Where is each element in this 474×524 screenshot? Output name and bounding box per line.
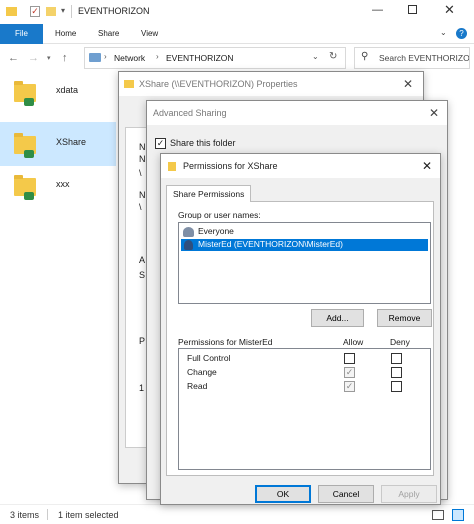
- status-item-count: 3 items: [10, 510, 40, 520]
- file-name: XShare: [56, 137, 87, 147]
- maximize-icon[interactable]: [408, 5, 417, 14]
- share-overlay-icon: [24, 150, 34, 158]
- allow-checkbox[interactable]: ✓: [344, 381, 355, 392]
- help-icon[interactable]: ?: [456, 28, 467, 39]
- deny-checkbox[interactable]: [391, 367, 402, 378]
- permissions-list: Full Control Change ✓ Read ✓: [178, 348, 431, 470]
- list-item[interactable]: xdata: [0, 70, 116, 114]
- tab-view[interactable]: View: [141, 24, 158, 44]
- refresh-icon[interactable]: ↻: [329, 51, 337, 62]
- details-view-icon[interactable]: [432, 510, 444, 520]
- explorer-titlebar: ✓ ▾ EVENTHORIZON — ✕: [0, 0, 474, 24]
- apply-button[interactable]: Apply: [381, 485, 437, 503]
- cancel-button[interactable]: Cancel: [318, 485, 374, 503]
- allow-checkbox[interactable]: [344, 353, 355, 364]
- ribbon-expand-icon[interactable]: ⌄: [440, 28, 447, 37]
- properties-edge-letter: N: [139, 154, 146, 164]
- tab-share[interactable]: Share: [98, 24, 119, 44]
- perm-name: Read: [187, 381, 208, 391]
- group-label: Group or user names:: [178, 210, 261, 220]
- window-title: EVENTHORIZON: [78, 6, 150, 16]
- ribbon-tabs: File Home Share View ⌄ ?: [0, 24, 474, 44]
- close-icon[interactable]: ✕: [422, 154, 432, 178]
- share-this-folder-label: Share this folder: [170, 138, 236, 148]
- advanced-sharing-title: Advanced Sharing: [153, 108, 227, 118]
- search-input[interactable]: Search EVENTHORIZON: [379, 53, 469, 63]
- perm-name: Change: [187, 367, 217, 377]
- tab-home[interactable]: Home: [55, 24, 76, 44]
- qat-dropdown-icon[interactable]: ▾: [61, 6, 65, 15]
- tab-share-permissions[interactable]: Share Permissions: [166, 185, 252, 202]
- ok-button[interactable]: OK: [255, 485, 311, 503]
- address-bar[interactable]: › Network › EVENTHORIZON ⌄ ↻: [84, 47, 346, 69]
- permissions-dialog: Permissions for XShare ✕ Share Permissio…: [160, 153, 441, 505]
- group-list: Everyone MisterEd (EVENTHORIZON\MisterEd…: [178, 222, 431, 304]
- status-bar: 3 items 1 item selected: [0, 504, 474, 524]
- permissions-panel: Group or user names: Everyone MisterEd (…: [166, 201, 434, 476]
- list-item[interactable]: Everyone: [181, 226, 428, 238]
- address-dropdown-icon[interactable]: ⌄: [312, 52, 319, 61]
- properties-titlebar: XShare (\\EVENTHORIZON) Properties: [119, 72, 423, 96]
- add-button[interactable]: Add...: [311, 309, 364, 327]
- perm-name: Full Control: [187, 353, 231, 363]
- network-icon: [89, 53, 101, 62]
- properties-check-icon[interactable]: ✓: [30, 6, 40, 17]
- properties-edge-letter: 1: [139, 383, 145, 393]
- properties-edge-letter: S: [139, 270, 146, 280]
- share-overlay-icon: [24, 98, 34, 106]
- properties-edge-letter: P: [139, 336, 146, 346]
- share-overlay-icon: [24, 192, 34, 200]
- properties-edge-letter: \: [139, 202, 142, 212]
- title-separator: [71, 5, 72, 18]
- list-item-selected[interactable]: MisterEd (EVENTHORIZON\MisterEd): [181, 239, 428, 251]
- deny-checkbox[interactable]: [391, 381, 402, 392]
- list-item-selected[interactable]: XShare: [0, 122, 116, 166]
- status-selected: 1 item selected: [58, 510, 119, 520]
- forward-arrow-icon[interactable]: →: [28, 52, 39, 64]
- allow-header: Allow: [343, 337, 364, 347]
- up-arrow-icon[interactable]: ↑: [62, 52, 68, 64]
- tab-file[interactable]: File: [0, 24, 43, 44]
- deny-header: Deny: [390, 337, 410, 347]
- breadcrumb-separator-icon: ›: [156, 52, 159, 61]
- list-item[interactable]: xxx: [0, 164, 116, 208]
- large-icons-view-icon[interactable]: [452, 509, 464, 521]
- properties-edge-letter: A: [139, 255, 146, 265]
- remove-button[interactable]: Remove: [377, 309, 432, 327]
- properties-edge-letter: \: [139, 168, 142, 178]
- minimize-icon[interactable]: —: [372, 4, 383, 16]
- properties-edge-letter: N: [139, 190, 146, 200]
- close-icon[interactable]: ✕: [403, 72, 413, 96]
- status-separator: [47, 509, 48, 520]
- file-name: xxx: [56, 179, 70, 189]
- advanced-sharing-titlebar: Advanced Sharing: [147, 101, 447, 125]
- close-icon[interactable]: ✕: [444, 2, 455, 18]
- recent-dropdown-icon[interactable]: ▾: [47, 54, 51, 62]
- user-name: MisterEd (EVENTHORIZON\MisterEd): [198, 239, 343, 249]
- back-arrow-icon[interactable]: ←: [8, 52, 19, 64]
- allow-checkbox[interactable]: ✓: [344, 367, 355, 378]
- user-icon: [184, 240, 193, 250]
- properties-title: XShare (\\EVENTHORIZON) Properties: [139, 79, 298, 89]
- close-icon[interactable]: ✕: [429, 101, 439, 125]
- deny-checkbox[interactable]: [391, 353, 402, 364]
- search-box[interactable]: ⚲ Search EVENTHORIZON: [354, 47, 470, 69]
- folder-icon: [6, 7, 17, 16]
- breadcrumb-eventhorizon[interactable]: EVENTHORIZON: [166, 53, 234, 63]
- share-this-folder-checkbox[interactable]: ✓: [155, 138, 166, 149]
- properties-edge-letter: N: [139, 142, 146, 152]
- perm-label: Permissions for MisterEd: [178, 337, 273, 347]
- user-name: Everyone: [198, 226, 234, 236]
- new-folder-icon[interactable]: [46, 7, 56, 16]
- breadcrumb-separator-icon: ›: [104, 52, 107, 61]
- search-icon: ⚲: [361, 51, 369, 62]
- permissions-title: Permissions for XShare: [183, 161, 278, 171]
- folder-icon: [168, 162, 176, 171]
- group-icon: [183, 227, 194, 237]
- breadcrumb-network[interactable]: Network: [114, 53, 145, 63]
- folder-icon: [124, 80, 134, 88]
- permissions-titlebar: Permissions for XShare: [161, 154, 440, 178]
- file-name: xdata: [56, 85, 79, 95]
